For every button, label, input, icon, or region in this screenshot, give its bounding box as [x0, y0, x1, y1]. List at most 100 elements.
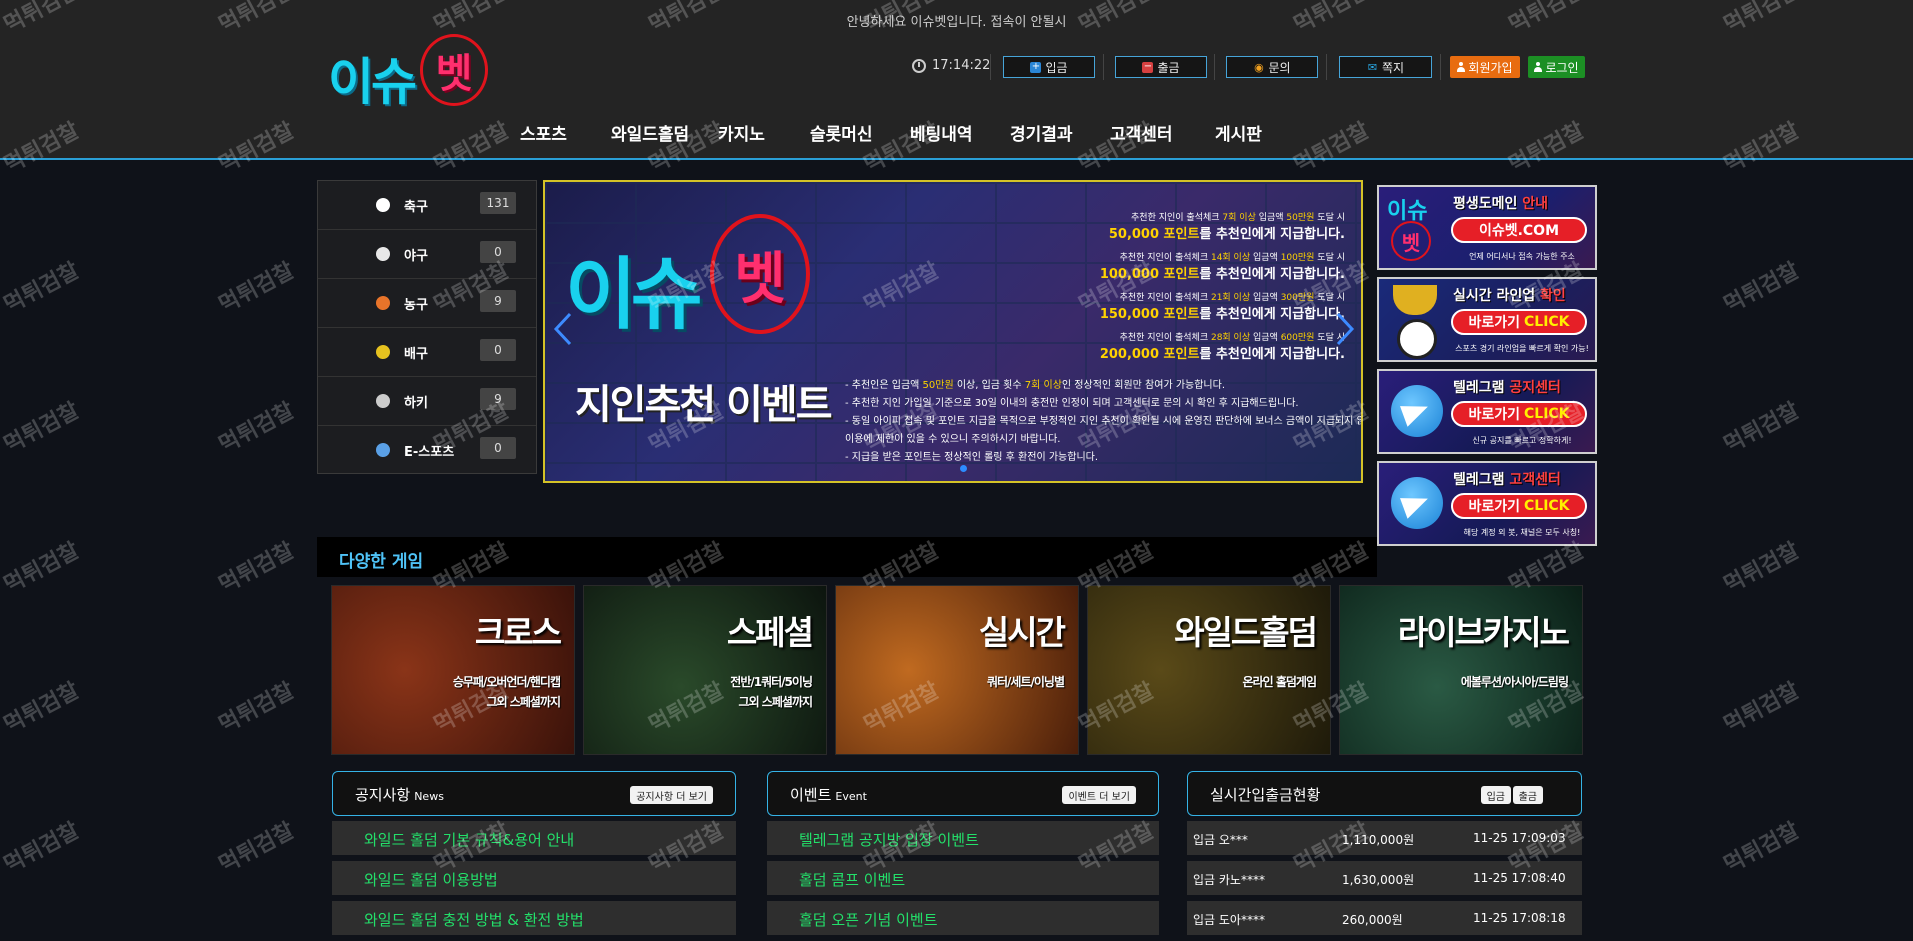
watermark-text: 먹튀검찰: [1720, 678, 1804, 739]
sports-sidebar: 축구 131 야구 0 농구 9 배구 0 하키 9 E-스포츠 0: [317, 180, 537, 474]
realtime-row: 입금 도아**** 260,000원 11-25 17:08:18: [1187, 901, 1582, 935]
game-card-live-casino[interactable]: 라이브카지노 에볼루션/아시아/드림링: [1339, 585, 1583, 755]
games-section-bar: 다양한 게임: [317, 537, 1377, 577]
watermark-text: 먹튀검찰: [215, 818, 299, 879]
nav-casino[interactable]: 카지노: [718, 120, 765, 145]
nav-sports[interactable]: 스포츠: [520, 120, 567, 145]
inquiry-button[interactable]: ◉ 문의: [1226, 56, 1318, 78]
nav-slot[interactable]: 슬롯머신: [810, 120, 873, 145]
event-banner[interactable]: 이슈 벳 지인추천 이벤트 추천한 지인이 출석체크 7회 이상 입금액 50만…: [543, 180, 1363, 483]
banner-logo-text: 이슈: [565, 250, 703, 340]
watermark-text: 먹튀검찰: [215, 398, 299, 459]
logo-text: 이슈: [328, 53, 417, 111]
banner-next-arrow[interactable]: [1335, 312, 1355, 346]
realtime-row: 입금 카노**** 1,630,000원 11-25 17:08:40: [1187, 861, 1582, 895]
watermark-text: 먹튀검찰: [0, 398, 84, 459]
event-item[interactable]: 홀덤 오픈 기념 이벤트: [767, 901, 1159, 935]
sport-item-baseball[interactable]: 야구 0: [318, 230, 536, 279]
sport-count: 0: [480, 241, 516, 263]
watermark-text: 먹튀검찰: [1720, 818, 1804, 879]
notice-more-button[interactable]: 공지사항 더 보기: [630, 786, 713, 804]
clock-icon: [912, 58, 926, 73]
divider: [1326, 54, 1327, 80]
notice-panel-header: 공지사항 News 공지사항 더 보기: [332, 771, 736, 816]
promo-lineup[interactable]: 실시간 라인업 확인 바로가기 CLICK 스포츠 경기 라인업을 빠르게 확인 …: [1377, 277, 1597, 362]
promo-pill: 바로가기 CLICK: [1451, 401, 1587, 427]
promo-line: 추천한 지인이 출석체크 28회 이상 입금액 600만원 도달 시 200,0…: [1099, 333, 1345, 362]
event-panel-header: 이벤트 Event 이벤트 더 보기: [767, 771, 1159, 816]
sport-count: 9: [480, 290, 516, 312]
sport-item-basketball[interactable]: 농구 9: [318, 279, 536, 328]
withdraw-button[interactable]: − 출금: [1115, 56, 1207, 78]
notice-item[interactable]: 와일드 홀덤 이용방법: [332, 861, 736, 895]
mini-logo-text: 이슈: [1387, 199, 1428, 224]
promo-pill: 이슈벳.COM: [1451, 217, 1587, 243]
sport-count: 0: [480, 339, 516, 361]
event-item[interactable]: 텔레그램 공지방 입장 이벤트: [767, 821, 1159, 855]
soccer-ball-icon: [376, 198, 390, 212]
event-more-button[interactable]: 이벤트 더 보기: [1062, 786, 1136, 804]
sport-item-esports[interactable]: E-스포츠 0: [318, 426, 536, 475]
main-nav: 스포츠 와일드홀덤 카지노 슬롯머신 베팅내역 경기결과 고객센터 게시판: [0, 120, 1913, 145]
sport-count: 0: [480, 437, 516, 459]
clock: 17:14:22: [912, 58, 990, 73]
watermark-text: 먹튀검찰: [215, 258, 299, 319]
notice-item[interactable]: 와일드 홀덤 기본 규칙&용어 안내: [332, 821, 736, 855]
watermark-text: 먹튀검찰: [215, 538, 299, 599]
minus-icon: −: [1142, 61, 1154, 73]
clock-time: 17:14:22: [932, 58, 991, 73]
user-icon: [1534, 62, 1543, 72]
nav-support[interactable]: 고객센터: [1110, 120, 1173, 145]
message-button[interactable]: ✉ 쪽지: [1339, 56, 1432, 78]
game-card-live[interactable]: 실시간 쿼터/세트/이닝별: [835, 585, 1079, 755]
watermark-text: 먹튀검찰: [0, 258, 84, 319]
divider: [1214, 54, 1215, 80]
sport-item-hockey[interactable]: 하키 9: [318, 377, 536, 426]
watermark-text: 먹튀검찰: [0, 818, 84, 879]
sport-count: 9: [480, 388, 516, 410]
baseball-icon: [376, 247, 390, 261]
banner-prev-arrow[interactable]: [553, 312, 573, 346]
nav-bet-history[interactable]: 베팅내역: [910, 120, 973, 145]
deposit-button[interactable]: + 입금: [1003, 56, 1095, 78]
promo-telegram-support[interactable]: 텔레그램 고객센터 바로가기 CLICK 해당 계정 외 봇, 채널은 모두 사칭…: [1377, 461, 1597, 546]
banner-notes: - 추천인은 입금액 50만원 이상, 입금 횟수 7회 이상인 정상적인 회원…: [845, 380, 1363, 463]
realtime-row: 입금 오*** 1,110,000원 11-25 17:09:03: [1187, 821, 1582, 855]
promo-domain[interactable]: 이슈 벳 평생도메인 안내 이슈벳.COM 언제 어디서나 접속 가능한 주소: [1377, 185, 1597, 270]
volleyball-icon: [376, 345, 390, 359]
nav-board[interactable]: 게시판: [1215, 120, 1262, 145]
banner-pagination-dot[interactable]: [960, 465, 967, 472]
promo-line: 추천한 지인이 출석체크 14회 이상 입금액 100만원 도달 시 100,0…: [1099, 253, 1345, 282]
telegram-icon: [1391, 385, 1443, 437]
nav-wild-holdem[interactable]: 와일드홀덤: [611, 120, 689, 145]
hockey-puck-icon: [376, 394, 390, 408]
logo-mark: 벳: [420, 34, 488, 106]
promo-pill: 바로가기 CLICK: [1451, 493, 1587, 519]
watermark-text: 먹튀검찰: [0, 538, 84, 599]
tab-withdraw[interactable]: 출금: [1512, 786, 1543, 804]
login-button[interactable]: 로그인: [1528, 56, 1585, 78]
watermark-text: 먹튀검찰: [0, 678, 84, 739]
site-logo[interactable]: 이슈 벳: [328, 34, 488, 111]
welcome-text: 안녕하세요 이슈벳입니다. 접속이 안될시: [846, 15, 1067, 30]
telegram-icon: [1391, 477, 1443, 529]
envelope-icon: ✉: [1367, 60, 1378, 74]
chat-icon: ◉: [1254, 60, 1264, 74]
promo-telegram-notice[interactable]: 텔레그램 공지센터 바로가기 CLICK 신규 공지를 빠르고 정확하게!: [1377, 369, 1597, 454]
divider: [1440, 54, 1441, 80]
promo-pill: 바로가기 CLICK: [1451, 309, 1587, 335]
watermark-text: 먹튀검찰: [1720, 398, 1804, 459]
sport-item-volleyball[interactable]: 배구 0: [318, 328, 536, 377]
game-card-wild-holdem[interactable]: 와일드홀덤 온라인 홀덤게임: [1087, 585, 1331, 755]
signup-button[interactable]: 회원가입: [1450, 56, 1520, 78]
tab-deposit[interactable]: 입금: [1480, 786, 1511, 804]
user-icon: [1457, 62, 1466, 72]
notice-item[interactable]: 와일드 홀덤 충전 방법 & 환전 방법: [332, 901, 736, 935]
event-item[interactable]: 홀덤 콤프 이벤트: [767, 861, 1159, 895]
game-card-cross[interactable]: 크로스 승무패/오버언더/핸디캡 그외 스페셜까지: [331, 585, 575, 755]
sport-item-soccer[interactable]: 축구 131: [318, 181, 536, 230]
nav-results[interactable]: 경기결과: [1010, 120, 1073, 145]
watermark-text: 먹튀검찰: [215, 678, 299, 739]
game-card-special[interactable]: 스페셜 전반/1쿼터/5이닝 그외 스페셜까지: [583, 585, 827, 755]
promo-line: 추천한 지인이 출석체크 21회 이상 입금액 300만원 도달 시 150,0…: [1099, 293, 1345, 322]
